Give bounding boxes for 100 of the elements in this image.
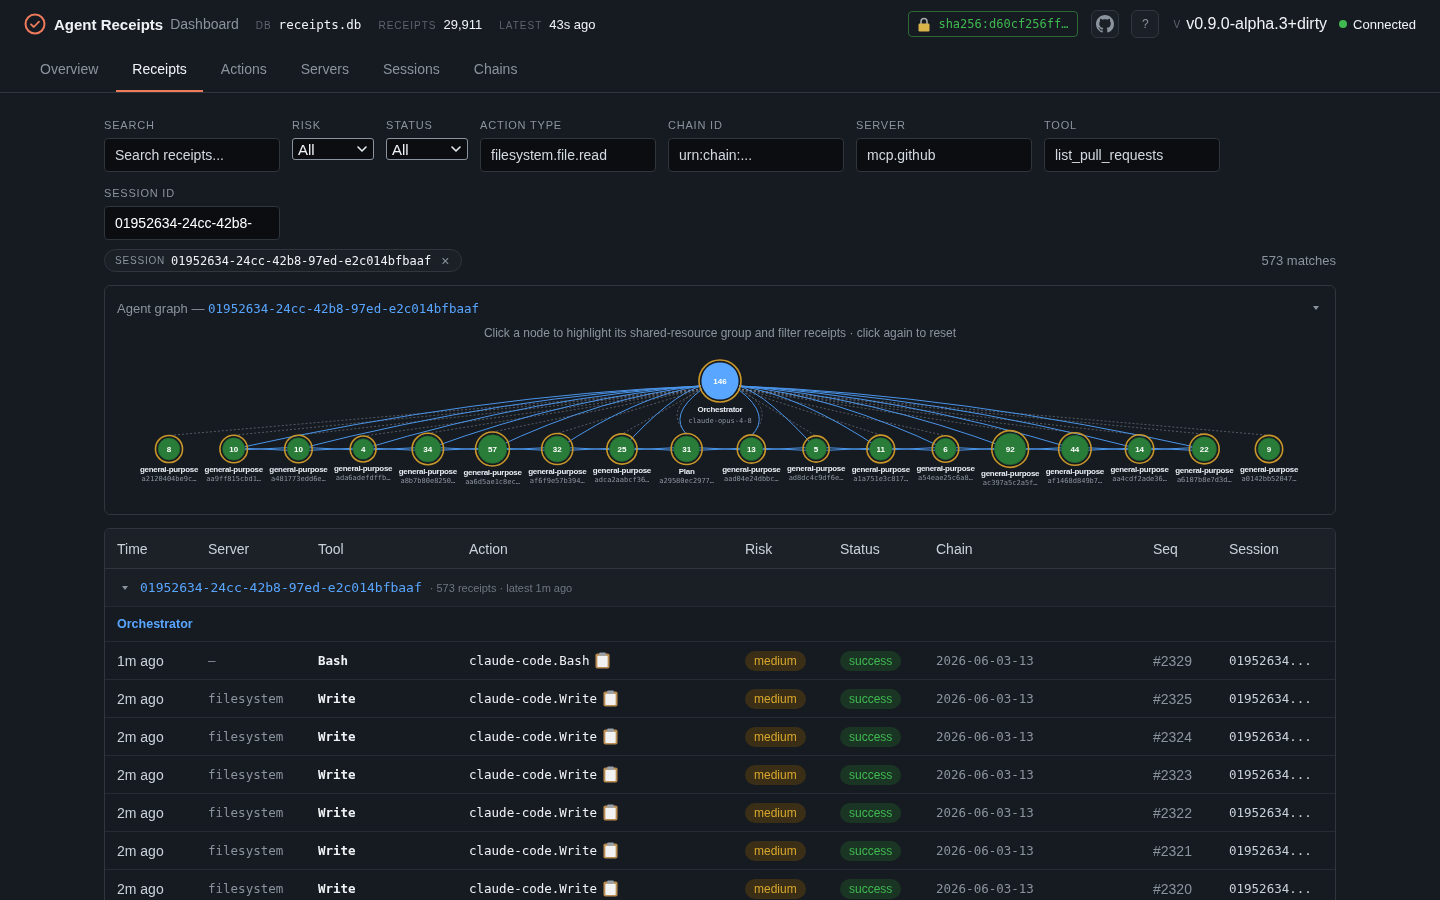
agent-node[interactable]	[1188, 433, 1220, 465]
nav-tab[interactable]: Sessions	[367, 48, 456, 92]
seq-cell-text: #2325	[1153, 690, 1193, 707]
clipboard-icon[interactable]	[602, 690, 618, 707]
nav-tab[interactable]: Receipts	[116, 48, 203, 92]
nav-tab[interactable]: Chains	[457, 48, 534, 92]
column-header[interactable]: Chain	[936, 540, 1153, 557]
node-label: general-purpose	[463, 467, 522, 477]
column-header[interactable]: Risk	[745, 540, 840, 557]
stat-value: 29,911	[443, 16, 483, 32]
column-header[interactable]: Status	[840, 540, 936, 557]
time-cell-text: 2m ago	[117, 728, 165, 745]
action-cell: claude-code.Write	[469, 843, 597, 858]
server-cell-text: filesystem	[208, 691, 285, 706]
app-title: Agent Receipts	[54, 15, 164, 33]
node-label: general-purpose	[1045, 467, 1104, 477]
session-link[interactable]: 01952634-24cc-42b8-97ed-e2c014bfbaaf	[140, 580, 422, 595]
session-cell-text: 01952634...	[1229, 881, 1313, 896]
node-count: 34	[423, 445, 433, 454]
agent-node[interactable]	[474, 431, 511, 467]
node-count: 44	[1070, 445, 1080, 454]
filter-input[interactable]: list_pull_requests	[1044, 138, 1220, 172]
action-cell: claude-code.Write	[469, 767, 597, 782]
filter-input[interactable]: urn:chain:...	[668, 138, 844, 172]
agent-node[interactable]	[802, 435, 830, 463]
column-header[interactable]: Time	[117, 540, 208, 557]
hash-value: sha256:d60cf256ff…	[938, 17, 1069, 31]
clipboard-icon[interactable]	[602, 728, 618, 745]
column-header[interactable]: Tool	[318, 540, 469, 557]
filter-input[interactable]: filesystem.file.read	[480, 138, 656, 172]
node-count: 6	[943, 445, 948, 454]
status-badge: success	[840, 688, 902, 709]
agent-node[interactable]	[670, 432, 703, 466]
node-label: general-purpose	[139, 464, 199, 474]
help-button[interactable]: ?	[1131, 10, 1160, 38]
nav-tab[interactable]: Actions	[204, 48, 283, 92]
graph-title: Agent graph — 01952634-24cc-42b8-97ed-e2c014bfbaaf	[117, 300, 479, 316]
caret-icon[interactable]	[1313, 306, 1319, 310]
server-cell-text: filesystem	[208, 805, 285, 820]
time-cell-text: 2m ago	[117, 690, 165, 707]
nav-tab[interactable]: Servers	[284, 48, 365, 92]
github-button[interactable]	[1091, 10, 1120, 38]
node-label: general-purpose	[1239, 464, 1299, 474]
chain-cell-text: 2026-06-03-13	[936, 767, 1035, 782]
version-text: v0.9.0-alpha.3+dirty	[1186, 15, 1328, 33]
agent-node[interactable]	[1057, 431, 1092, 467]
node-count: 5	[813, 445, 819, 454]
column-header[interactable]: Seq	[1153, 540, 1229, 557]
agent-node[interactable]	[866, 434, 896, 464]
clipboard-icon[interactable]	[602, 880, 618, 897]
filter-input[interactable]: 01952634-24cc-42b8-	[104, 206, 280, 240]
agent-node[interactable]	[931, 434, 960, 464]
filter-input[interactable]: Search receipts...	[104, 138, 280, 172]
session-link[interactable]: 01952634-24cc-42b8-97ed-e2c014bfbaaf	[208, 300, 479, 316]
time-cell-text: 2m ago	[117, 842, 165, 859]
chevron-down-icon	[357, 146, 367, 152]
column-header[interactable]: Action	[469, 540, 745, 557]
server-cell-text: —	[208, 653, 217, 668]
column-header[interactable]: Session	[1229, 540, 1323, 557]
clipboard-icon[interactable]	[602, 766, 618, 783]
chip-label: SESSION	[115, 255, 166, 266]
agent-node[interactable]	[349, 435, 377, 463]
caret-icon[interactable]	[122, 585, 128, 590]
seq-cell-text: #2320	[1153, 880, 1193, 897]
orchestrator-node[interactable]	[698, 359, 742, 403]
filter-label: ACTION TYPE	[480, 119, 563, 132]
session-group-row[interactable]: 01952634-24cc-42b8-97ed-e2c014bfbaaf · 573 receipts · latest 1m ago	[105, 569, 1335, 607]
remove-filter-button[interactable]: ×	[439, 252, 452, 269]
node-count: 32	[552, 445, 562, 454]
agent-node[interactable]	[606, 433, 638, 465]
chain-cell-text: 2026-06-03-13	[936, 729, 1035, 744]
agent-node[interactable]	[411, 432, 445, 466]
clipboard-icon[interactable]	[602, 804, 618, 821]
agent-node[interactable]	[1124, 434, 1155, 464]
clipboard-icon[interactable]	[602, 842, 618, 859]
node-count: 10	[293, 445, 303, 454]
node-label: Orchestrator	[697, 405, 743, 414]
agent-node[interactable]	[219, 434, 249, 464]
action-cell: claude-code.Write	[469, 729, 597, 744]
agent-group-label[interactable]: Orchestrator	[117, 617, 193, 631]
nav-tab[interactable]: Overview	[24, 48, 115, 92]
action-cell: claude-code.Bash	[469, 653, 590, 668]
agent-node[interactable]	[990, 429, 1030, 469]
agent-node[interactable]	[736, 434, 767, 464]
column-header[interactable]: Server	[208, 540, 318, 557]
tool-cell-text: Write	[318, 691, 357, 706]
agent-node[interactable]	[540, 432, 574, 466]
filter-input[interactable]: mcp.github	[856, 138, 1032, 172]
node-label: general-purpose	[916, 464, 975, 474]
agent-node[interactable]	[283, 434, 313, 464]
clipboard-icon[interactable]	[595, 652, 611, 669]
agent-node[interactable]	[1254, 434, 1284, 464]
filter-select[interactable]: All	[292, 138, 374, 160]
hash-chip[interactable]: sha256:d60cf256ff…	[908, 11, 1079, 37]
status-badge: success	[840, 650, 902, 671]
agent-node[interactable]	[154, 434, 184, 464]
server-cell-text: filesystem	[208, 767, 285, 782]
filter-select[interactable]: All	[386, 138, 468, 160]
status-badge: success	[840, 726, 902, 747]
session-cell-text: 01952634...	[1229, 767, 1313, 782]
